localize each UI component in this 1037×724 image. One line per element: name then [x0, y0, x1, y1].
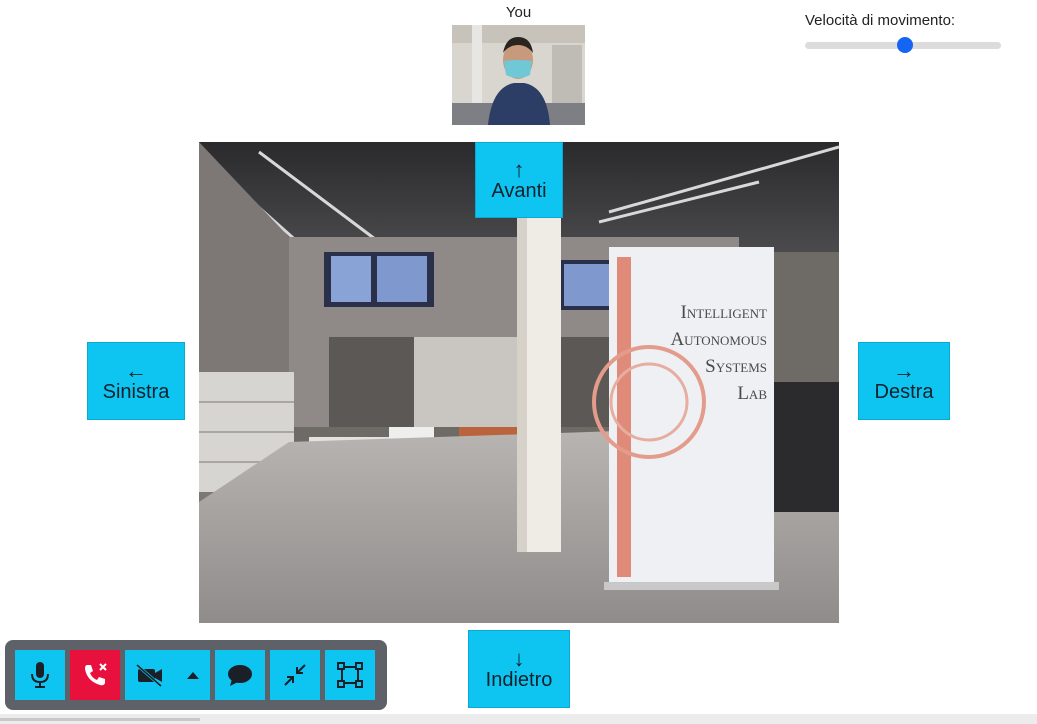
self-view-label: You	[505, 4, 532, 21]
left-button[interactable]: ← Sinistra	[87, 342, 185, 420]
focus-frame-icon	[337, 662, 363, 688]
bottom-scroll-indicator	[0, 718, 200, 721]
camera-toggle-button[interactable]	[125, 650, 175, 700]
banner-line-4: Lab	[737, 383, 767, 404]
right-button[interactable]: → Destra	[858, 342, 950, 420]
banner-line-1: Intelligent	[680, 302, 767, 323]
camera-options-button[interactable]	[175, 650, 210, 700]
back-button[interactable]: ↓ Indietro	[468, 630, 570, 708]
chat-icon	[228, 665, 252, 686]
right-label: Destra	[874, 381, 934, 404]
left-label: Sinistra	[102, 381, 170, 404]
microphone-icon	[31, 662, 49, 688]
banner-line-2: Autonomous	[670, 329, 767, 350]
banner-line-3: Systems	[705, 356, 767, 377]
exit-fullscreen-button[interactable]	[270, 650, 320, 700]
hang-up-icon	[85, 663, 107, 686]
microphone-button[interactable]	[15, 650, 65, 700]
arrow-up-icon: ↑	[513, 156, 525, 182]
caret-up-icon	[186, 672, 199, 679]
back-label: Indietro	[485, 669, 553, 692]
forward-button[interactable]: ↑ Avanti	[475, 142, 563, 218]
self-view-image	[452, 25, 585, 125]
arrow-down-icon: ↓	[513, 645, 525, 671]
arrow-right-icon: →	[893, 357, 915, 383]
speed-slider[interactable]	[805, 37, 1001, 53]
call-toolbar	[5, 640, 387, 710]
camera-off-icon	[136, 663, 162, 687]
speed-slider-thumb[interactable]	[896, 37, 913, 53]
exit-fullscreen-icon	[284, 664, 306, 686]
self-view-video	[452, 25, 585, 125]
speed-label: Velocità di movimento:	[805, 12, 956, 29]
focus-frame-button[interactable]	[325, 650, 375, 700]
chat-button[interactable]	[215, 650, 265, 700]
banner-title: Intelligent Autonomous Systems Lab	[642, 299, 767, 407]
forward-label: Avanti	[491, 180, 547, 203]
arrow-left-icon: ←	[125, 357, 147, 383]
hang-up-button[interactable]	[70, 650, 120, 700]
